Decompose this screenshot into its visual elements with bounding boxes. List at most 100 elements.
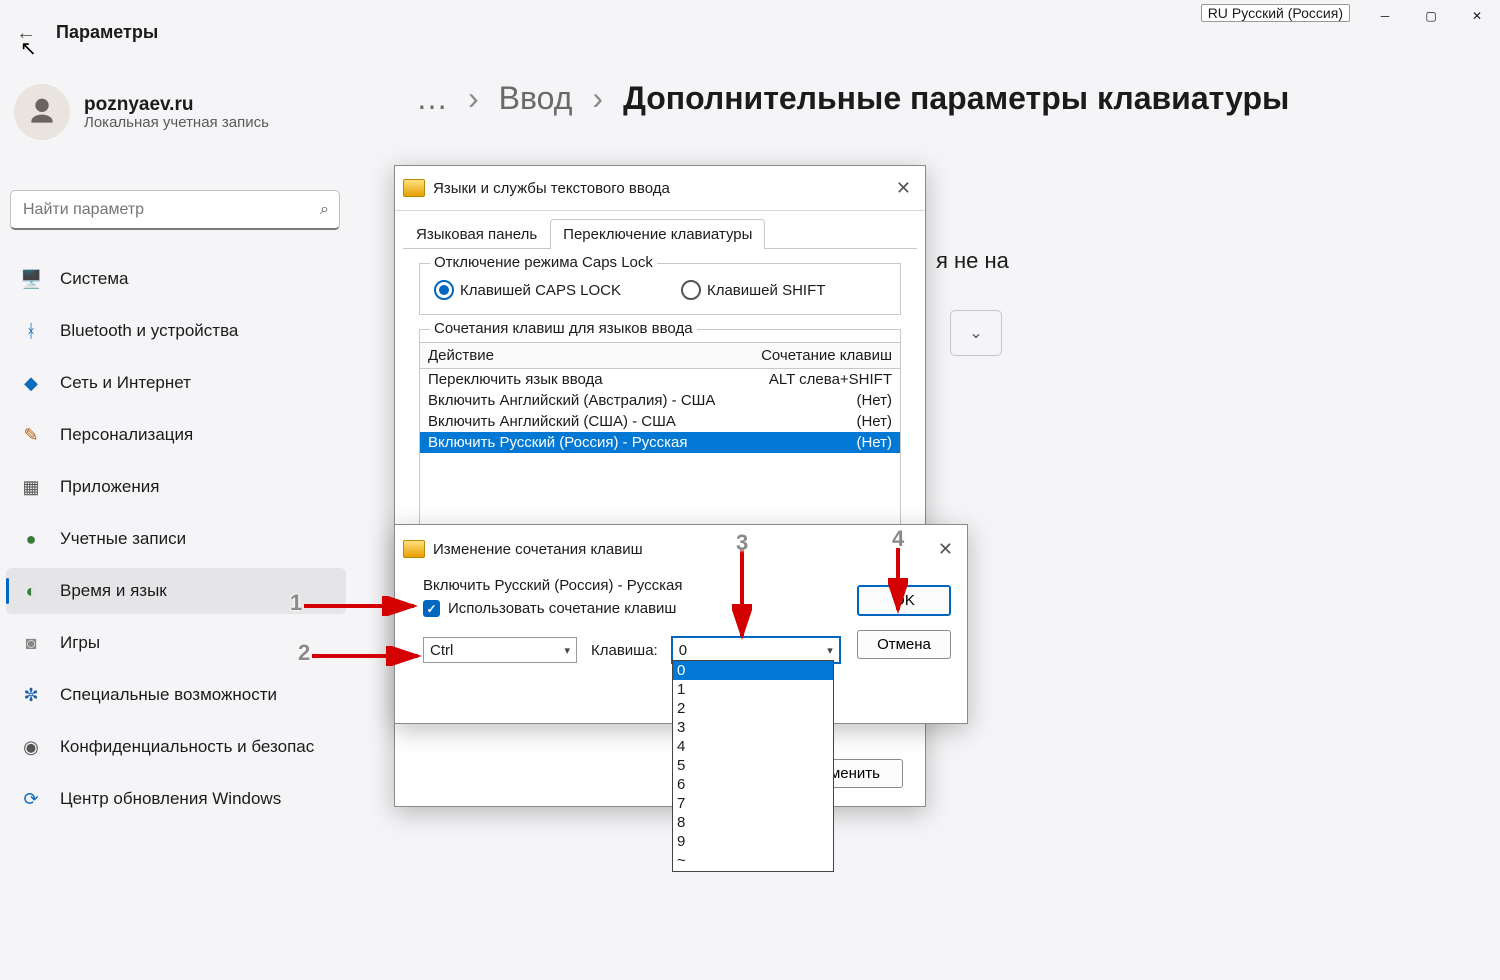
sidebar-item-6[interactable]: ◐ Время и язык	[6, 568, 346, 614]
app-title: Параметры	[56, 22, 158, 43]
sidebar-item-9[interactable]: ◉Конфиденциальность и безопас	[6, 724, 346, 770]
checkbox-icon[interactable]: ✓	[423, 600, 440, 617]
dropdown-option[interactable]: 4	[673, 737, 833, 756]
user-name: poznyaev.ru	[84, 94, 269, 116]
lang-name: Русский (Россия)	[1232, 5, 1343, 21]
lang-code: RU	[1208, 5, 1228, 21]
table-row[interactable]: Включить Русский (Россия) - Русская(Нет)	[420, 432, 900, 453]
window-titlebar: RU Русский (Россия) ─ ▢ ✕	[0, 0, 1500, 48]
groupbox-legend: Сочетания клавиш для языков ввода	[430, 320, 697, 337]
hotkey-list[interactable]: Переключить язык вводаALT слева+SHIFTВкл…	[420, 369, 900, 529]
nav-label: Время и язык	[60, 581, 167, 601]
dropdown-option[interactable]: 7	[673, 794, 833, 813]
close-button[interactable]: ✕	[1454, 0, 1500, 32]
keyboard-icon	[403, 540, 425, 558]
sidebar-item-3[interactable]: ✎Персонализация	[6, 412, 346, 458]
nav-icon: ◐	[20, 581, 42, 602]
key-label: Клавиша:	[591, 642, 658, 659]
nav-label: Приложения	[60, 477, 159, 497]
sidebar-item-7[interactable]: ◙ Игры	[6, 620, 346, 666]
close-icon[interactable]: ✕	[932, 539, 959, 560]
search-input[interactable]	[21, 200, 320, 220]
chevron-down-icon: ▾	[564, 644, 570, 657]
sidebar-item-8[interactable]: ✼Специальные возможности	[6, 672, 346, 718]
nav-icon: ✼	[20, 685, 42, 706]
row-action: Включить Русский (Россия) - Русская	[428, 434, 856, 451]
col-action: Действие	[428, 347, 761, 364]
table-row[interactable]: Включить Английский (США) - США(Нет)	[420, 411, 900, 432]
sidebar-item-0[interactable]: 🖥️ Система	[6, 256, 346, 302]
modifier-combo[interactable]: Ctrl ▾	[423, 637, 577, 663]
chevron-down-icon: ▾	[827, 644, 833, 657]
sidebar-item-5[interactable]: ● Учетные записи	[6, 516, 346, 562]
modifier-value: Ctrl	[430, 642, 453, 659]
row-hotkey: (Нет)	[856, 392, 892, 409]
dialog-titlebar[interactable]: Языки и службы текстового ввода ✕	[395, 166, 925, 211]
dropdown-option[interactable]: 5	[673, 756, 833, 775]
radio-shift[interactable]: Клавишей SHIFT	[681, 280, 825, 300]
nav-label: Персонализация	[60, 425, 193, 445]
search-box[interactable]: ⌕	[10, 190, 340, 230]
nav-icon: ●	[20, 529, 42, 550]
dropdown-option[interactable]: 1	[673, 680, 833, 699]
dropdown-option[interactable]: 2	[673, 699, 833, 718]
dropdown-option[interactable]: 9	[673, 832, 833, 851]
user-block[interactable]: poznyaev.ru Локальная учетная запись	[14, 84, 269, 140]
tab-1[interactable]: Переключение клавиатуры	[550, 219, 765, 249]
key-dropdown-list[interactable]: 0123456789~Ё (или знак ударения)	[672, 660, 834, 872]
sidebar-item-2[interactable]: ◆Сеть и Интернет	[6, 360, 346, 406]
dropdown-option[interactable]: Ё (или знак ударения)	[673, 870, 833, 872]
dropdown-option[interactable]: 0	[673, 661, 833, 680]
nav-icon: ◙	[20, 633, 42, 654]
breadcrumb-mid[interactable]: Ввод	[499, 80, 573, 117]
nav-label: Центр обновления Windows	[60, 789, 281, 809]
back-button[interactable]: ←	[16, 22, 36, 45]
window-buttons: ─ ▢ ✕	[1362, 0, 1500, 32]
table-row[interactable]: Переключить язык вводаALT слева+SHIFT	[420, 369, 900, 390]
dialog-title: Языки и службы текстового ввода	[433, 180, 882, 197]
breadcrumb: … › Ввод › Дополнительные параметры клав…	[416, 80, 1289, 117]
input-language-indicator[interactable]: RU Русский (Россия)	[1201, 4, 1350, 22]
row-action: Переключить язык ввода	[428, 371, 769, 388]
radio-capslock[interactable]: Клавишей CAPS LOCK	[434, 280, 621, 300]
sidebar-nav: 🖥️ Система ᚼBluetooth и устройства ◆Сеть и …	[6, 256, 346, 828]
radio-dot-icon	[681, 280, 701, 300]
sidebar-item-1[interactable]: ᚼBluetooth и устройства	[6, 308, 346, 354]
key-value: 0	[679, 642, 687, 659]
radio-dot-icon	[434, 280, 454, 300]
dropdown-option[interactable]: 8	[673, 813, 833, 832]
tab-0[interactable]: Языковая панель	[403, 219, 550, 249]
dialog-tabs: Языковая панельПереключение клавиатуры	[403, 219, 917, 249]
dropdown-option[interactable]: 3	[673, 718, 833, 737]
nav-label: Система	[60, 269, 128, 289]
nav-icon: 🖥️	[20, 269, 42, 290]
row-action: Включить Английский (США) - США	[428, 413, 856, 430]
groupbox-legend: Отключение режима Caps Lock	[430, 254, 657, 271]
nav-label: Сеть и Интернет	[60, 373, 191, 393]
table-row[interactable]: Включить Английский (Австралия) - США(Не…	[420, 390, 900, 411]
nav-icon: ⟳	[20, 789, 42, 810]
breadcrumb-ellipsis[interactable]: …	[416, 80, 448, 117]
cancel-button[interactable]: Отмена	[857, 630, 951, 659]
nav-label: Игры	[60, 633, 100, 653]
dialog-titlebar[interactable]: Изменение сочетания клавиш ✕	[395, 525, 967, 573]
sidebar-item-10[interactable]: ⟳ Центр обновления Windows	[6, 776, 346, 822]
maximize-button[interactable]: ▢	[1408, 0, 1454, 32]
ok-button[interactable]: OK	[857, 585, 951, 616]
chevron-right-icon: ›	[468, 80, 479, 117]
dropdown-option[interactable]: ~	[673, 851, 833, 870]
nav-icon: ◉	[20, 737, 42, 758]
collapsed-expander[interactable]: ⌄	[950, 310, 1002, 356]
sidebar-item-4[interactable]: ▦ Приложения	[6, 464, 346, 510]
row-hotkey: (Нет)	[856, 434, 892, 451]
nav-icon: ▦	[20, 477, 42, 498]
dialog-title: Изменение сочетания клавиш	[433, 541, 924, 558]
chevron-right-icon: ›	[592, 80, 603, 117]
close-icon[interactable]: ✕	[890, 178, 917, 199]
avatar	[14, 84, 70, 140]
obscured-text: я не на	[936, 248, 1009, 274]
dropdown-option[interactable]: 6	[673, 775, 833, 794]
nav-label: Bluetooth и устройства	[60, 321, 238, 341]
minimize-button[interactable]: ─	[1362, 0, 1408, 32]
nav-label: Учетные записи	[60, 529, 186, 549]
